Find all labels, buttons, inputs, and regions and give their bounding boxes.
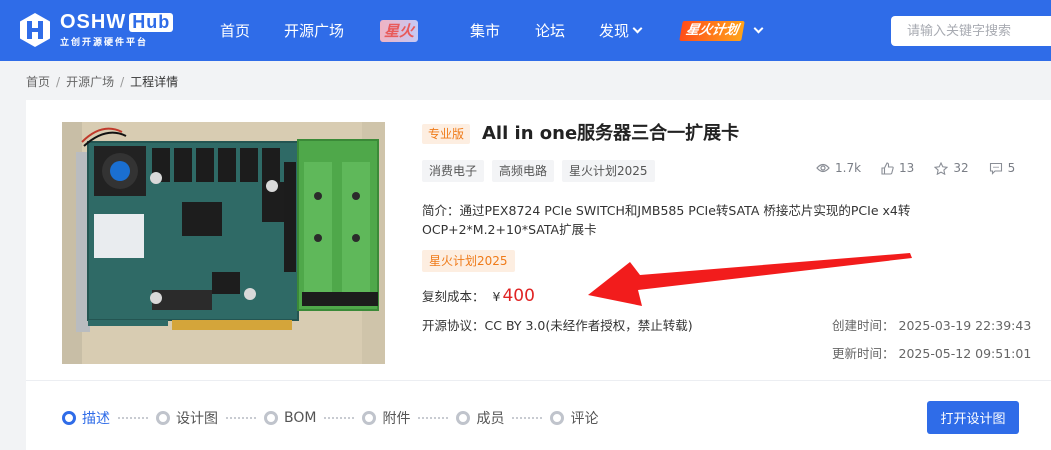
category-tag[interactable]: 消费电子 xyxy=(422,160,485,182)
edition-tag: 专业版 xyxy=(422,124,471,144)
nav-market[interactable]: 集市 xyxy=(470,21,500,41)
nav-forum[interactable]: 论坛 xyxy=(535,21,565,41)
annotation-arrow-icon xyxy=(588,253,912,306)
nav-xinghuo-plan[interactable]: 星火计划 xyxy=(679,21,745,41)
stars-count: 32 xyxy=(953,161,969,175)
category-tag[interactable]: 高频电路 xyxy=(492,160,555,182)
chevron-down-icon xyxy=(632,23,643,34)
open-design-button[interactable]: 打开设计图 xyxy=(927,401,1019,434)
step-label: 设计图 xyxy=(176,411,218,427)
nav-xinghuo-badge[interactable]: 星火 xyxy=(380,20,419,42)
step-dot xyxy=(62,411,76,425)
step-bom[interactable]: BOM xyxy=(264,410,316,426)
logo-hub-text: Hub xyxy=(129,12,174,32)
views-stat: 1.7k xyxy=(816,160,861,176)
section-steps: 描述 设计图 BOM 附件 成员 评论 xyxy=(62,408,598,428)
updated-value: 2025-05-12 09:51:01 xyxy=(898,346,1032,361)
step-label: 成员 xyxy=(476,411,505,427)
step-dot xyxy=(264,411,278,425)
breadcrumb-current: 工程详情 xyxy=(130,75,179,89)
breadcrumb-plaza[interactable]: 开源广场 xyxy=(66,75,114,89)
license-info: 开源协议：CC BY 3.0(未经作者授权，禁止转载) xyxy=(422,317,693,335)
breadcrumb-home[interactable]: 首页 xyxy=(26,75,50,89)
step-attachments[interactable]: 附件 xyxy=(362,408,410,428)
search-input[interactable] xyxy=(891,16,1051,46)
step-label: 评论 xyxy=(570,411,599,427)
nav-discover-label: 发现 xyxy=(599,22,630,40)
step-connector xyxy=(118,417,148,419)
created-label: 创建时间： xyxy=(832,318,895,333)
step-dot xyxy=(362,411,377,425)
project-times: 创建时间： 2025-03-19 22:39:43 更新时间： 2025-05-12… xyxy=(832,317,1031,363)
step-label: 描述 xyxy=(82,411,110,427)
created-time: 创建时间： 2025-03-19 22:39:43 xyxy=(832,317,1031,335)
views-count: 1.7k xyxy=(835,161,862,175)
eye-icon xyxy=(816,163,830,173)
license-label: 开源协议： xyxy=(422,318,485,333)
step-label: 附件 xyxy=(382,411,411,427)
license-value: CC BY 3.0(未经作者授权，禁止转载) xyxy=(484,318,693,333)
step-members[interactable]: 成员 xyxy=(456,408,504,428)
nav-discover[interactable]: 发现 xyxy=(599,21,643,41)
project-stats: 1.7k 13 32 5 xyxy=(816,160,1015,176)
step-dot xyxy=(550,411,565,425)
updated-label: 更新时间： xyxy=(832,346,895,361)
comments-stat[interactable]: 5 xyxy=(989,160,1016,176)
step-design[interactable]: 设计图 xyxy=(156,408,218,428)
logo-subtitle: 立创开源硬件平台 xyxy=(60,38,149,48)
breadcrumb: 首页 / 开源广场 / 工程详情 xyxy=(26,74,178,90)
step-dot xyxy=(456,411,471,425)
step-connector xyxy=(512,417,543,419)
top-navigation-bar: OSHW Hub 立创开源硬件平台 首页 开源广场 集市 论坛 发现 星火 星火… xyxy=(0,0,1051,61)
category-tags: 消费电子 高频电路 星火计划2025 xyxy=(422,160,655,182)
cost-label: 复刻成本： xyxy=(422,289,485,304)
logo-mark-icon xyxy=(18,12,52,48)
project-description: 简介：通过PEX8724 PCIe SWITCH和JMB585 PCIe转SAT… xyxy=(422,203,911,237)
created-value: 2025-03-19 22:39:43 xyxy=(898,318,1032,333)
star-icon xyxy=(934,161,949,175)
oshwhub-logo[interactable]: OSHW Hub 立创开源硬件平台 xyxy=(18,11,174,48)
step-label: BOM xyxy=(284,410,317,426)
project-cover-image[interactable] xyxy=(62,122,385,364)
step-connector xyxy=(324,417,355,419)
step-dot xyxy=(156,411,170,425)
step-comments[interactable]: 评论 xyxy=(550,408,598,428)
currency-symbol: ¥ xyxy=(492,289,501,304)
project-title: All in one服务器三合一扩展卡 xyxy=(482,123,740,144)
step-connector xyxy=(226,417,256,419)
updated-time: 更新时间： 2025-05-12 09:51:01 xyxy=(832,345,1031,363)
comment-icon xyxy=(989,162,1002,175)
step-connector xyxy=(418,417,449,419)
logo-brand-text: OSHW xyxy=(60,11,127,33)
likes-stat[interactable]: 13 xyxy=(881,160,914,176)
step-description[interactable]: 描述 xyxy=(62,408,110,428)
nav-open-plaza[interactable]: 开源广场 xyxy=(284,21,344,41)
chevron-down-icon[interactable] xyxy=(753,23,764,34)
replication-cost: 复刻成本： ¥400 xyxy=(422,286,535,307)
thumbs-up-icon xyxy=(881,161,894,175)
activity-tag[interactable]: 星火计划2025 xyxy=(422,250,515,272)
stars-stat[interactable]: 32 xyxy=(934,160,969,176)
cost-value: 400 xyxy=(502,286,535,306)
category-tag[interactable]: 星火计划2025 xyxy=(562,160,655,182)
breadcrumb-separator: / xyxy=(120,75,125,89)
likes-count: 13 xyxy=(899,161,915,175)
breadcrumb-separator: / xyxy=(56,75,61,89)
nav-home[interactable]: 首页 xyxy=(220,21,250,41)
comments-count: 5 xyxy=(1007,161,1016,175)
